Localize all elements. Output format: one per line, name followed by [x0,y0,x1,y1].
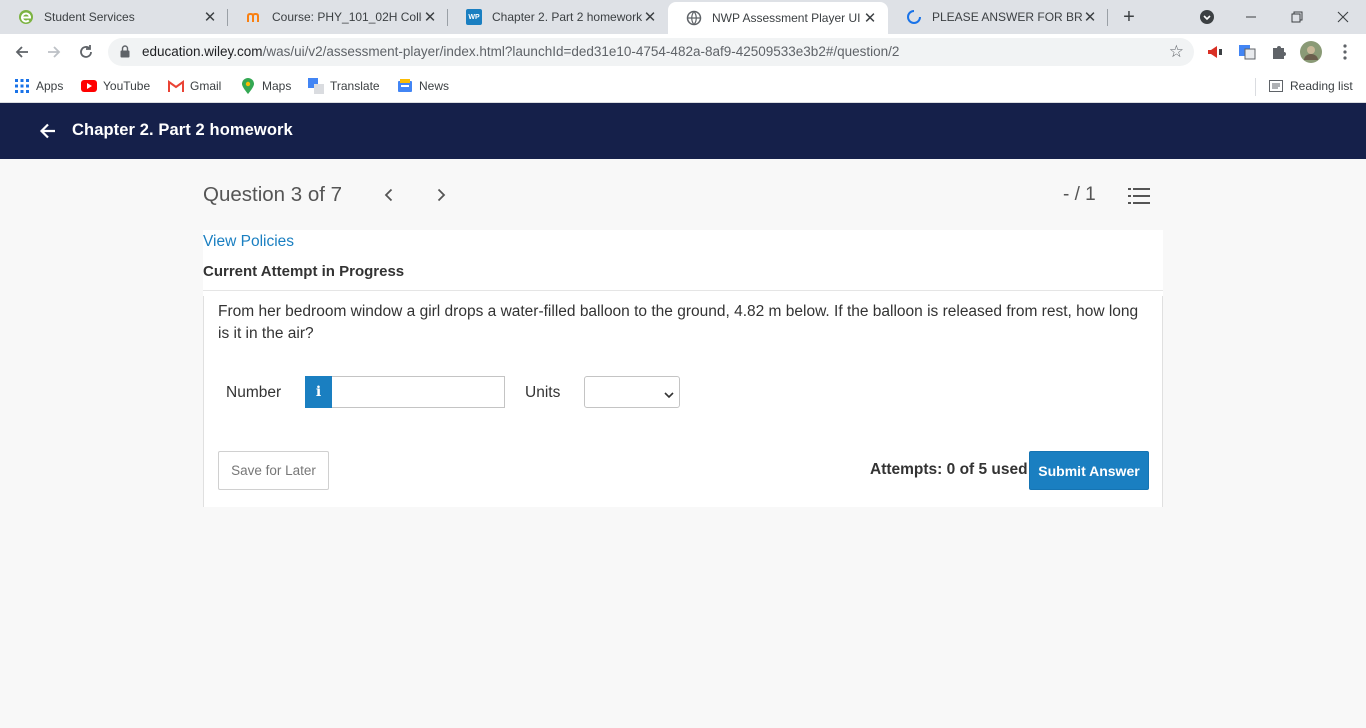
number-label: Number [226,384,282,401]
tab-course[interactable]: Course: PHY_101_02H College ✕ [228,0,448,34]
globe-icon [686,10,702,26]
gmail-icon [168,78,184,94]
reading-list-icon [1268,78,1284,94]
question-score: - / 1 [1063,184,1096,205]
units-label: Units [525,384,561,401]
tab-student-services[interactable]: Student Services ✕ [0,0,228,34]
question-text: From her bedroom window a girl drops a w… [218,303,1139,342]
question-card: View Policies Current Attempt in Progres… [203,230,1163,507]
reading-list-button[interactable]: Reading list [1268,77,1353,95]
restore-icon[interactable] [1274,0,1320,34]
bookmark-star-icon[interactable]: ☆ [1169,42,1184,62]
next-question-chevron-icon[interactable] [432,186,450,204]
url-path: /was/ui/v2/assessment-player/index.html?… [262,44,900,59]
tab-chapter-homework[interactable]: WP Chapter 2. Part 2 homework ✕ [448,0,668,34]
chevron-down-icon [664,387,674,399]
app-header: Chapter 2. Part 2 homework [0,103,1366,159]
number-input[interactable] [332,376,505,408]
tab-search-icon[interactable] [1184,0,1230,34]
bookmark-label: Maps [262,79,292,93]
bookmark-translate[interactable]: Translate [308,77,380,95]
news-icon [397,78,413,94]
maps-pin-icon [240,78,256,94]
bookmark-label: News [419,79,450,93]
apps-grid-icon [14,78,30,94]
question-list-icon[interactable] [1128,186,1150,206]
translate-icon [308,78,324,94]
url-host: education.wiley.com [142,44,263,59]
close-icon[interactable]: ✕ [862,10,878,27]
question-counter: Question 3 of 7 [203,183,343,206]
minimize-icon[interactable] [1228,0,1274,34]
close-icon[interactable]: ✕ [202,9,218,26]
close-icon[interactable]: ✕ [422,9,438,26]
reading-list-label: Reading list [1290,79,1353,93]
bookmarks-separator [1255,78,1256,96]
bookmark-gmail[interactable]: Gmail [168,77,221,95]
close-icon[interactable]: ✕ [1082,9,1098,26]
divider [203,290,1163,291]
reload-icon[interactable] [74,40,98,64]
bookmark-label: Apps [36,79,64,93]
profile-avatar[interactable] [1300,41,1322,63]
tab-title: Chapter 2. Part 2 homework [492,10,642,24]
new-tab-button[interactable]: + [1119,6,1139,28]
submit-answer-button[interactable]: Submit Answer [1029,451,1149,490]
bookmark-label: Translate [330,79,380,93]
units-select[interactable] [584,376,680,408]
back-arrow-icon[interactable] [10,40,34,64]
lock-icon [120,45,130,58]
wp-icon: WP [466,9,482,25]
megaphone-extension-icon[interactable] [1206,43,1224,61]
tab-title: Student Services [44,10,135,24]
info-icon[interactable]: i [305,376,332,408]
tab-title: PLEASE ANSWER FOR BRAINLY [932,10,1082,24]
close-window-icon[interactable] [1320,0,1366,34]
question-nav: Question 3 of 7 - / 1 [203,183,1163,207]
close-icon[interactable]: ✕ [642,9,658,26]
address-bar[interactable]: education.wiley.com/was/ui/v2/assessment… [108,38,1194,66]
tab-nwp-assessment[interactable]: NWP Assessment Player UI Ap ✕ [668,2,888,34]
translate-extension-icon[interactable] [1238,43,1256,61]
assignment-title: Chapter 2. Part 2 homework [72,121,293,139]
bookmark-apps[interactable]: Apps [14,77,63,95]
loading-spinner-icon [906,9,922,25]
bookmark-maps[interactable]: Maps [240,77,291,95]
browser-tab-strip: Student Services ✕ Course: PHY_101_02H C… [0,0,1366,34]
bookmark-news[interactable]: News [397,77,449,95]
tab-title: NWP Assessment Player UI Ap [712,11,862,25]
attempt-status: Current Attempt in Progress [203,263,405,280]
bookmarks-bar: Apps YouTube Gmail Maps Translate News R… [0,70,1366,103]
bookmark-label: YouTube [103,79,151,93]
question-body: From her bedroom window a girl drops a w… [203,296,1163,507]
tab-separator [1107,9,1108,26]
edge-e-icon [18,9,34,25]
url-text: education.wiley.com/was/ui/v2/assessment… [142,44,899,59]
forward-arrow-icon[interactable] [42,40,66,64]
bookmark-label: Gmail [190,79,222,93]
bookmark-youtube[interactable]: YouTube [81,77,150,95]
youtube-icon [81,78,97,94]
back-arrow-icon[interactable] [38,121,58,141]
prev-question-chevron-icon[interactable] [380,186,398,204]
puzzle-extensions-icon[interactable] [1270,43,1288,61]
kebab-menu-icon[interactable] [1336,43,1354,61]
view-policies-link[interactable]: View Policies [203,233,294,251]
tab-brainly[interactable]: PLEASE ANSWER FOR BRAINLY ✕ [888,0,1108,34]
tab-title: Course: PHY_101_02H College [272,10,422,24]
attempts-counter: Attempts: 0 of 5 used [870,461,1028,478]
moodle-icon [246,9,262,25]
browser-toolbar: education.wiley.com/was/ui/v2/assessment… [0,34,1366,70]
save-for-later-button[interactable]: Save for Later [218,451,329,490]
